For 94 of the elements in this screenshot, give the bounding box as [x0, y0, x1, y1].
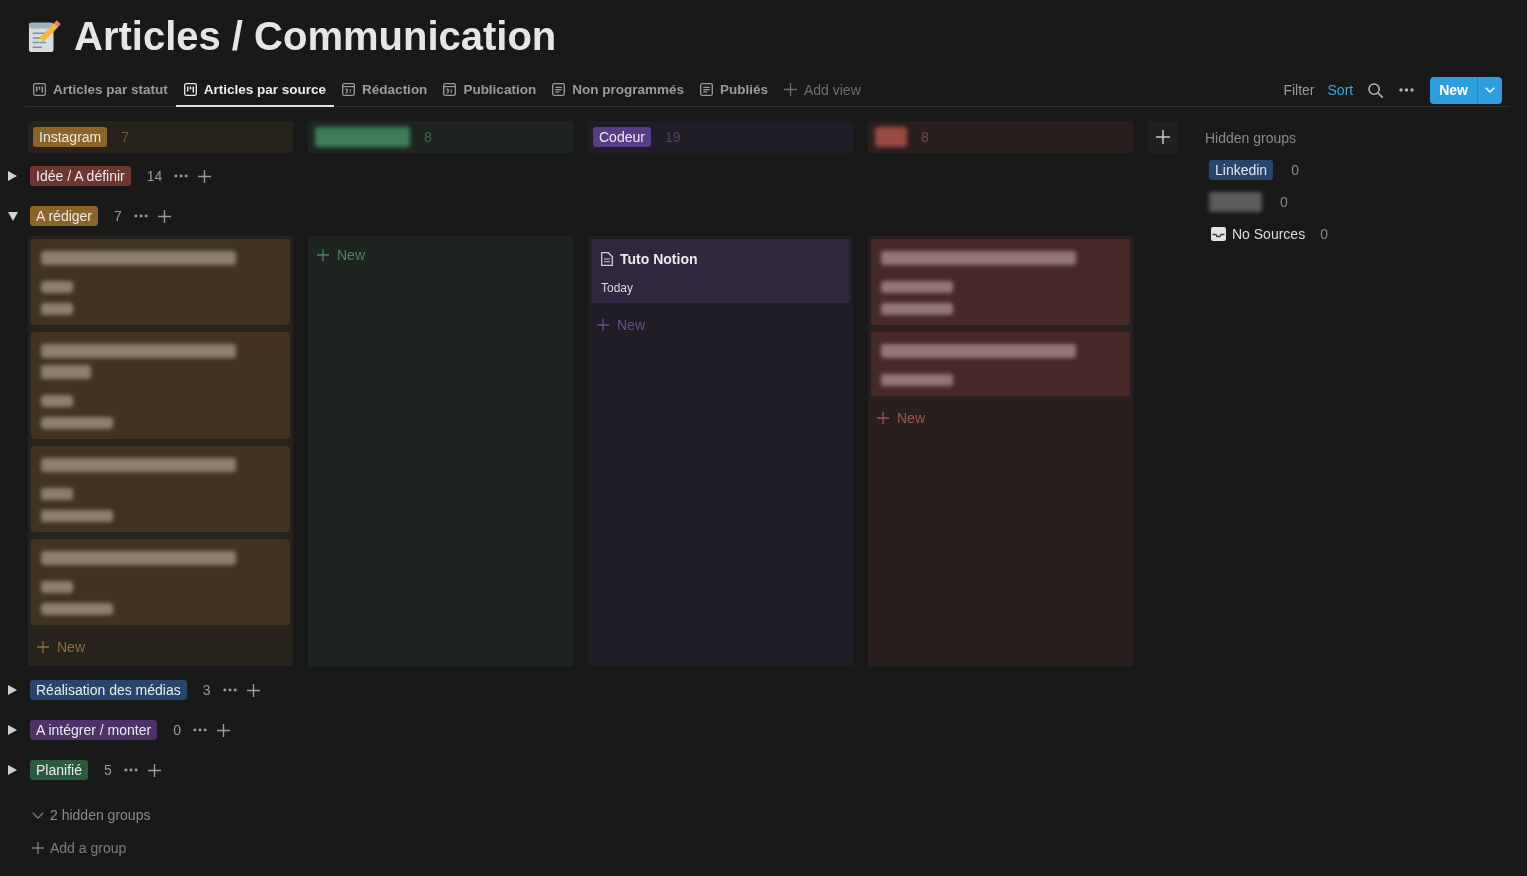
- plus-icon: [1156, 130, 1170, 144]
- blurred-card[interactable]: [31, 332, 290, 439]
- group-tag: Réalisation des médias: [30, 680, 187, 700]
- blurred-text: [41, 365, 91, 379]
- caret-right-icon[interactable]: [8, 765, 17, 775]
- add-group-button[interactable]: Add a group: [32, 836, 127, 860]
- view-tab[interactable]: Non programmés: [544, 74, 692, 107]
- chevron-down-icon: [1485, 87, 1495, 93]
- view-tab[interactable]: Rédaction: [334, 74, 436, 107]
- more-icon[interactable]: [174, 174, 189, 178]
- group-tag: Idée / A définir: [30, 166, 131, 186]
- plus-icon: [32, 842, 44, 854]
- caret-down-icon[interactable]: [8, 211, 18, 221]
- plus-icon[interactable]: [147, 763, 161, 777]
- column-count: 8: [921, 129, 929, 145]
- blurred-card[interactable]: [871, 239, 1130, 325]
- hidden-group-count: 0: [1291, 162, 1299, 178]
- caret-right-icon[interactable]: [8, 685, 17, 695]
- column-count: 8: [424, 129, 432, 145]
- column-tag: Codeur: [593, 127, 651, 147]
- group-tag: A rédiger: [30, 206, 99, 226]
- plus-icon[interactable]: [216, 723, 230, 737]
- blurred-text: [41, 303, 73, 315]
- plus-icon: [877, 412, 889, 424]
- plus-icon: [37, 641, 49, 653]
- blurred-text: [41, 603, 113, 615]
- group-count: 0: [173, 722, 181, 738]
- board-icon: [33, 83, 46, 96]
- view-tab[interactable]: Articles par source: [175, 74, 335, 107]
- group-tag: Planifié: [30, 760, 88, 780]
- plus-icon: [783, 83, 797, 96]
- add-column-button[interactable]: [1148, 121, 1178, 153]
- list-icon: [552, 83, 566, 96]
- plus-icon[interactable]: [198, 169, 212, 183]
- board-icon: [183, 83, 197, 96]
- more-icon[interactable]: [1399, 88, 1415, 92]
- sort-button[interactable]: Sort: [1327, 82, 1354, 98]
- more-icon[interactable]: [192, 728, 207, 732]
- document-icon: [601, 252, 613, 266]
- add-view-button[interactable]: Add view: [775, 74, 869, 107]
- dropdown-button[interactable]: [1477, 76, 1502, 104]
- chevron-down-icon: [32, 811, 44, 819]
- blurred-text: [881, 374, 953, 386]
- page-title: Articles / Communication: [74, 14, 557, 58]
- list-icon: [699, 83, 713, 96]
- blurred-text: [41, 488, 73, 500]
- plus-icon: [317, 249, 329, 261]
- blurred-text: [881, 281, 953, 293]
- blurred-card[interactable]: [871, 332, 1130, 396]
- caret-right-icon[interactable]: [8, 725, 17, 735]
- plus-icon: [597, 319, 609, 331]
- search-icon[interactable]: [1368, 82, 1384, 98]
- new-card-button[interactable]: New: [31, 635, 85, 659]
- blurred-text: [41, 395, 73, 407]
- group-count: 5: [103, 762, 112, 778]
- blurred-text: [41, 281, 73, 293]
- caret-right-icon[interactable]: [8, 171, 17, 181]
- more-icon[interactable]: [133, 214, 148, 218]
- blurred-text: [41, 510, 113, 522]
- memo-icon: [28, 19, 62, 53]
- card-title: Tuto Notion: [620, 251, 698, 267]
- column-count: 7: [121, 129, 130, 145]
- hidden-groups-toggle[interactable]: 2 hidden groups: [32, 803, 151, 827]
- blurred-text: [881, 303, 953, 315]
- plus-icon[interactable]: [246, 683, 260, 697]
- more-icon[interactable]: [123, 768, 138, 772]
- blurred-card[interactable]: [31, 239, 290, 325]
- view-tab[interactable]: Publiés: [691, 74, 776, 107]
- column-count: 19: [664, 129, 681, 145]
- calendar-icon: [342, 83, 356, 96]
- filter-button[interactable]: Filter: [1283, 82, 1315, 98]
- group-count: 7: [114, 208, 122, 224]
- hidden-group-tag[interactable]: Linkedin: [1209, 160, 1274, 180]
- column-tag: Instagram: [33, 127, 108, 147]
- plus-icon[interactable]: [157, 209, 171, 223]
- hidden-groups-heading: Hidden groups: [1205, 129, 1298, 148]
- calendar-icon: [443, 83, 457, 96]
- inbox-icon: [1211, 227, 1226, 241]
- blurred-card[interactable]: [31, 539, 290, 625]
- hidden-group-label[interactable]: No Sources: [1232, 226, 1306, 242]
- blurred-text: [41, 417, 113, 429]
- card-date: Today: [601, 281, 634, 296]
- blurred-text: [41, 581, 73, 593]
- hidden-group-count: 0: [1280, 194, 1288, 210]
- blurred-card[interactable]: [31, 446, 290, 532]
- more-icon[interactable]: [222, 688, 237, 692]
- group-count: 3: [202, 682, 211, 698]
- view-tab[interactable]: Publication: [435, 74, 545, 107]
- view-tab[interactable]: Articles par statut: [25, 74, 176, 107]
- group-count: 14: [146, 168, 163, 184]
- page-card[interactable]: Tuto Notion Today: [591, 239, 850, 303]
- hidden-group-count: 0: [1320, 226, 1328, 242]
- new-card-button[interactable]: New: [311, 243, 365, 267]
- group-tag: A intégrer / monter: [30, 720, 158, 740]
